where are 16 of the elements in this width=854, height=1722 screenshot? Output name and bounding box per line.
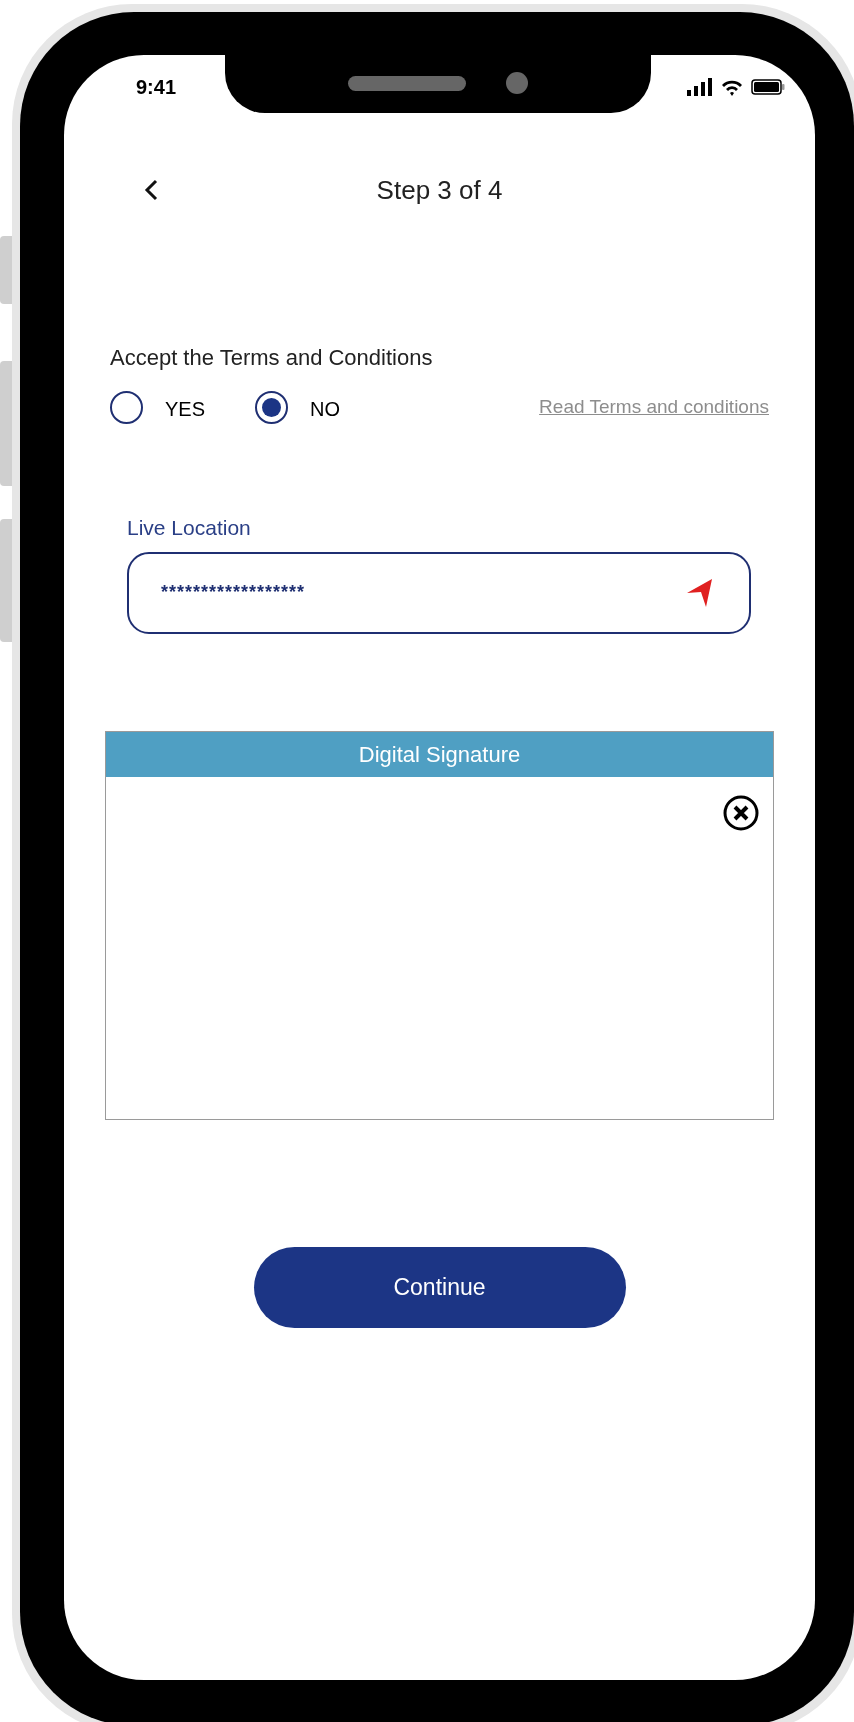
wifi-icon bbox=[721, 78, 743, 96]
battery-icon bbox=[751, 79, 785, 95]
radio-option[interactable]: YES bbox=[110, 390, 206, 424]
radio-option[interactable]: NO bbox=[255, 390, 341, 424]
continue-button[interactable]: Continue bbox=[253, 1246, 626, 1328]
signal-icon bbox=[687, 78, 713, 96]
signature-header: Digital Signature bbox=[106, 731, 773, 777]
field-label: Live Location bbox=[127, 515, 252, 541]
navigation-arrow-icon bbox=[685, 577, 713, 608]
status-time: 9:41 bbox=[136, 75, 177, 100]
location-field[interactable]: ****************** bbox=[127, 551, 751, 634]
back-chevron-icon bbox=[144, 179, 158, 201]
location-value: ****************** bbox=[161, 581, 306, 604]
step-title: Step 3 of 4 bbox=[376, 173, 503, 207]
clear-icon[interactable] bbox=[723, 794, 759, 831]
terms-question: Accept the Terms and Conditions bbox=[110, 344, 434, 372]
